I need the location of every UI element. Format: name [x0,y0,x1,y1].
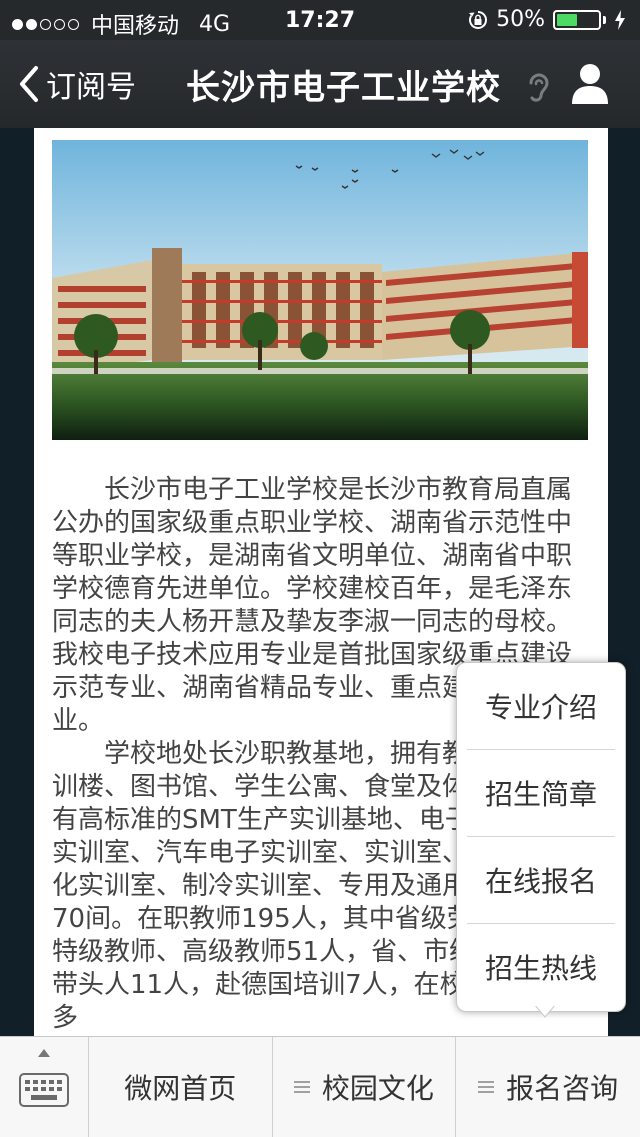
charging-icon [615,9,625,30]
battery-icon [553,9,601,30]
rotation-lock-icon [469,10,488,29]
menu-lines-icon [293,1081,310,1093]
menu-item-major-intro[interactable]: 专业介绍 [467,663,615,750]
ear-icon[interactable] [526,70,550,104]
back-button[interactable]: 订阅号 [18,62,136,106]
tab-label: 校园文化 [321,1072,434,1105]
school-building-image [52,140,588,440]
menu-item-admission-hotline[interactable]: 招生热线 [467,924,615,1010]
keyboard-icon [19,1073,69,1107]
menu-item-admission-guide[interactable]: 招生简章 [467,750,615,837]
status-bar: 中国移动 4G 17:27 50% [0,0,640,40]
profile-icon[interactable] [570,62,610,104]
tab-campus-culture[interactable]: 校园文化 [273,1037,457,1137]
menu-lines-icon [478,1081,495,1093]
chevron-up-icon [38,1049,50,1057]
tab-label: 报名咨询 [506,1072,619,1105]
popup-menu: 专业介绍 招生简章 在线报名 招生热线 [456,662,626,1012]
menu-item-online-registration[interactable]: 在线报名 [467,837,615,924]
navigation-bar: 订阅号 长沙市电子工业学校 [0,40,640,128]
chevron-left-icon [20,66,38,102]
popup-arrow [534,1004,556,1018]
tab-home[interactable]: 微网首页 [89,1037,273,1137]
keyboard-toggle-button[interactable] [0,1037,89,1137]
back-label: 订阅号 [46,70,136,105]
battery-percent: 50% [496,7,545,32]
bottom-menu-bar: 微网首页 校园文化 报名咨询 [0,1036,640,1137]
battery-tip [603,15,606,24]
tab-registration-inquiry[interactable]: 报名咨询 [456,1037,640,1137]
tab-label: 微网首页 [124,1072,237,1105]
page-title: 长沙市电子工业学校 [186,68,501,108]
battery-fill [557,13,577,26]
status-right: 50% [468,7,626,32]
